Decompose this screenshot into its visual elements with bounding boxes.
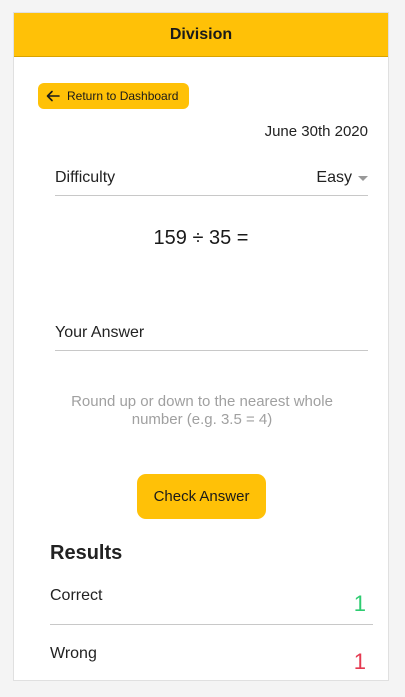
app-header: Division [14,13,388,57]
difficulty-row: Difficulty Easy [55,161,368,196]
wrong-label: Wrong [50,645,97,662]
rounding-hint: Round up or down to the nearest whole nu… [71,393,333,428]
division-problem: 159 ÷ 35 = [153,227,249,249]
caret-down-icon [358,175,368,181]
page-title: Division [169,25,233,43]
current-date: June 30th 2020 [264,123,368,140]
correct-count: 1 [353,591,366,616]
results-title: Results [50,542,123,564]
difficulty-label: Difficulty [55,169,116,186]
check-answer-button[interactable]: Check Answer [137,474,266,519]
return-to-dashboard-label: Return to Dashboard [67,89,179,103]
correct-label: Correct [50,587,103,604]
wrong-result-row: Wrong 1 [50,643,373,680]
arrow-left-icon [46,89,60,103]
correct-result-row: Correct 1 [50,585,373,625]
difficulty-selected-value: Easy [316,169,352,186]
wrong-count: 1 [353,649,366,674]
difficulty-select[interactable]: Easy [316,169,368,187]
return-to-dashboard-button[interactable]: Return to Dashboard [38,83,190,109]
answer-input[interactable]: Your Answer [55,316,368,351]
answer-input-label: Your Answer [55,324,145,341]
division-card: Division Return to Dashboard June 30th 2… [13,12,389,681]
